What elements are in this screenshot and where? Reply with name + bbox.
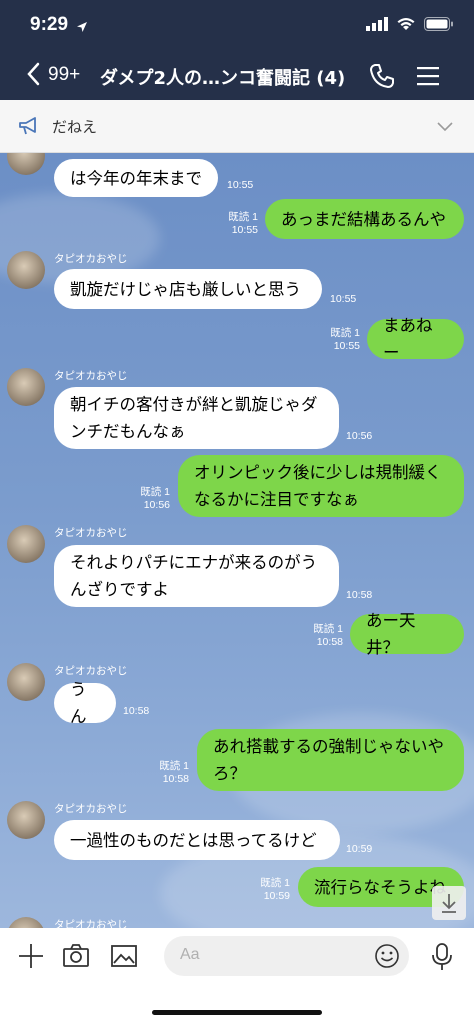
avatar[interactable] xyxy=(7,153,45,175)
message-text: うん xyxy=(70,680,87,726)
message-text-line: オリンピック後に少しは規制緩く xyxy=(194,463,442,482)
location-arrow-icon xyxy=(76,18,88,37)
nav-bar: 99+ ダメプ2人の…ンコ奮闘記 (4) xyxy=(0,52,474,100)
message-bubble[interactable]: うん xyxy=(54,680,116,726)
message-bubble[interactable]: 凱旋だけじゃ店も厳しいと思う xyxy=(54,269,322,309)
chat-title: ダメプ2人の…ンコ奮闘記 (4) xyxy=(100,68,346,89)
battery-icon xyxy=(424,16,454,35)
message-time: 10:58 xyxy=(162,773,189,785)
chevron-left-icon xyxy=(26,62,40,90)
microphone-icon[interactable] xyxy=(428,942,456,970)
scroll-to-bottom-button[interactable] xyxy=(432,886,466,920)
message-time: 10:55 xyxy=(231,224,258,236)
input-toolbar: Aa xyxy=(0,928,474,1024)
message-bubble[interactable]: あっまだ結構あるんや xyxy=(265,199,464,239)
message-time: 10:59 xyxy=(263,890,290,902)
message-bubble[interactable]: あれ搭載するの強制じゃないや ろ？ xyxy=(197,729,464,791)
emoji-icon[interactable] xyxy=(374,943,400,973)
message-time: 10:55 xyxy=(330,293,357,305)
megaphone-icon xyxy=(18,116,40,140)
message-text: あっまだ結構あるんや xyxy=(281,209,446,229)
camera-icon[interactable] xyxy=(62,942,90,970)
hamburger-menu-icon xyxy=(417,67,439,91)
read-receipt: 既読 1 xyxy=(228,211,258,223)
message-time: 10:58 xyxy=(123,705,150,717)
chat-area[interactable]: は今年の年末まで 10:55 既読 1 10:55 あっまだ結構あるんや タピオ… xyxy=(0,153,474,928)
message-text-line: ンチだもんなぁ xyxy=(70,422,186,441)
message-input[interactable]: Aa xyxy=(164,936,409,976)
message-text: あー天井？ xyxy=(366,611,416,657)
sender-name: タピオカおやじ xyxy=(54,527,128,539)
sender-name: タピオカおやじ xyxy=(54,253,128,265)
avatar[interactable] xyxy=(7,251,45,289)
message-text: 凱旋だけじゃ店も厳しいと思う xyxy=(70,279,301,299)
message-bubble[interactable]: まあねー xyxy=(367,316,464,362)
read-receipt: 既読 1 xyxy=(330,327,360,339)
signal-icon xyxy=(366,16,388,35)
plus-icon[interactable] xyxy=(17,942,45,970)
message-text-line: それよりパチにエナが来るのがう xyxy=(70,553,318,572)
image-icon[interactable] xyxy=(110,942,138,970)
message-time: 10:59 xyxy=(346,843,373,855)
message-bubble[interactable]: オリンピック後に少しは規制緩く なるかに注目ですなぁ xyxy=(178,455,464,517)
message-time: 10:58 xyxy=(346,589,373,601)
announcement-bar[interactable]: だねえ xyxy=(0,100,474,153)
announcement-text: だねえ xyxy=(52,118,98,136)
read-receipt: 既読 1 xyxy=(159,760,189,772)
avatar[interactable] xyxy=(7,525,45,563)
message-text: 一過性のものだとは思ってるけど xyxy=(70,830,317,850)
chat-header: 9:29 99+ ダメプ2人の…ンコ奮闘記 (4) xyxy=(0,0,474,100)
wifi-icon xyxy=(396,16,416,35)
phone-icon xyxy=(368,64,396,94)
home-indicator xyxy=(152,1010,322,1015)
message-bubble[interactable]: 朝イチの客付きが絆と凱旋じゃダ ンチだもんなぁ xyxy=(54,387,339,449)
message-bubble[interactable]: それよりパチにエナが来るのがう んざりですよ xyxy=(54,545,339,607)
message-text: まあねー xyxy=(383,316,433,362)
status-time: 9:29 xyxy=(30,14,69,35)
message-text: 流行らなそうよね xyxy=(314,877,446,897)
message-text-line: 朝イチの客付きが絆と凱旋じゃダ xyxy=(70,395,318,414)
message-time: 10:55 xyxy=(227,179,254,191)
message-bubble[interactable]: あー天井？ xyxy=(350,611,464,657)
message-bubble[interactable]: は今年の年末まで xyxy=(54,159,218,197)
input-placeholder: Aa xyxy=(180,946,200,963)
avatar[interactable] xyxy=(7,368,45,406)
arrow-down-icon xyxy=(440,892,458,918)
chevron-down-icon[interactable] xyxy=(436,118,454,137)
message-text: は今年の年末まで xyxy=(70,168,202,188)
message-bubble[interactable]: 一過性のものだとは思ってるけど xyxy=(54,820,340,860)
message-text-line: なるかに注目ですなぁ xyxy=(194,490,359,509)
message-text-line: あれ搭載するの強制じゃないや xyxy=(213,737,444,756)
message-time: 10:58 xyxy=(316,636,343,648)
message-text-line: ろ？ xyxy=(213,764,246,783)
sender-name: タピオカおやじ xyxy=(54,803,128,815)
sender-name: タピオカおやじ xyxy=(54,370,128,382)
read-receipt: 既読 1 xyxy=(140,486,170,498)
avatar[interactable] xyxy=(7,917,45,928)
unread-count[interactable]: 99+ xyxy=(48,64,80,86)
sender-name: タピオカおやじ xyxy=(54,919,128,928)
message-time: 10:56 xyxy=(143,499,170,511)
message-time: 10:55 xyxy=(333,340,360,352)
avatar[interactable] xyxy=(7,663,45,701)
call-button[interactable] xyxy=(368,62,396,90)
read-receipt: 既読 1 xyxy=(260,877,290,889)
message-text-line: んざりですよ xyxy=(70,580,169,599)
message-time: 10:56 xyxy=(346,430,373,442)
status-bar: 9:29 xyxy=(0,0,474,50)
avatar[interactable] xyxy=(7,801,45,839)
read-receipt: 既読 1 xyxy=(313,623,343,635)
menu-button[interactable] xyxy=(417,65,439,87)
